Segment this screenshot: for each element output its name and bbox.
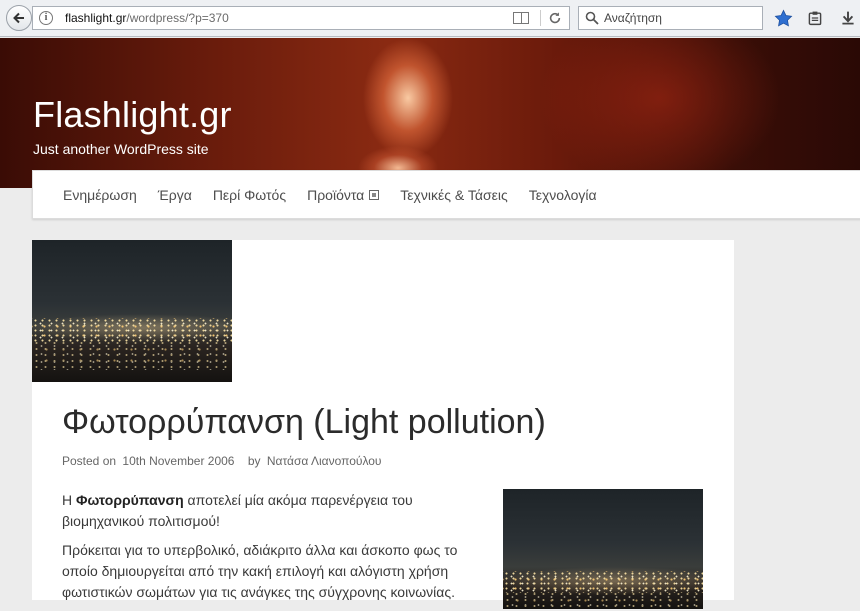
nav-item-enimerosi[interactable]: Ενημέρωση [63, 187, 137, 203]
url-domain: flashlight.gr [65, 11, 127, 25]
main-navigation: Ενημέρωση Έργα Περί Φωτός Προϊόντα Τεχνι… [32, 170, 860, 219]
search-bar[interactable] [578, 6, 763, 30]
search-icon [585, 11, 599, 25]
featured-image[interactable] [32, 240, 232, 382]
header-banner: Flashlight.gr Just another WordPress sit… [0, 38, 860, 188]
post-title[interactable]: Φωτορρύπανση (Light pollution) [62, 403, 546, 442]
site-description: Just another WordPress site [33, 141, 209, 157]
url-text[interactable]: flashlight.gr/wordpress/?p=370 [65, 11, 229, 25]
meta-by-label: by [247, 454, 261, 468]
post-date-link[interactable]: 10th November 2006 [122, 454, 234, 468]
nav-item-proionta[interactable]: Προϊόντα [307, 186, 380, 203]
city-lights [503, 571, 703, 593]
city-lights [32, 318, 232, 342]
post-paragraph: Η Φωτορρύπανση αποτελεί μία ακόμα παρενέ… [62, 490, 472, 532]
nav-item-erga[interactable]: Έργα [158, 187, 192, 203]
meta-posted-label: Posted on [62, 454, 117, 468]
reader-view-icon[interactable] [513, 12, 529, 24]
site-title[interactable]: Flashlight.gr [33, 94, 232, 136]
post-content: Η Φωτορρύπανση αποτελεί μία ακόμα παρενέ… [62, 490, 472, 611]
nav-item-label: Προϊόντα [307, 186, 365, 203]
paragraph-lead: Η [62, 492, 76, 508]
nav-item-texnologia[interactable]: Τεχνολογία [529, 187, 597, 203]
nav-item-label: Ενημέρωση [63, 186, 137, 203]
info-icon[interactable]: i [39, 11, 53, 25]
post-meta: Posted on 10th November 2006 by Νατάσα Λ… [62, 454, 385, 468]
post-article: Φωτορρύπανση (Light pollution) Posted on… [32, 240, 734, 609]
url-path: /wordpress/?p=370 [126, 11, 229, 25]
reload-icon[interactable] [547, 10, 563, 26]
nav-item-peri-fotos[interactable]: Περί Φωτός [213, 187, 286, 203]
back-button[interactable] [6, 5, 32, 31]
clipboard-icon[interactable] [805, 8, 825, 28]
bookmark-star-icon[interactable] [773, 8, 793, 28]
url-bar[interactable]: i flashlight.gr/wordpress/?p=370 [32, 6, 570, 30]
city-lights [32, 340, 232, 370]
browser-toolbar: i flashlight.gr/wordpress/?p=370 [0, 0, 860, 37]
submenu-icon[interactable] [369, 189, 380, 200]
back-arrow-icon [13, 12, 24, 24]
nav-item-label: Τεχνικές & Τάσεις [400, 186, 508, 203]
inline-image[interactable] [503, 489, 703, 609]
url-separator [540, 10, 541, 26]
nav-item-label: Περί Φωτός [212, 186, 287, 203]
bold-term: Φωτορρύπανση [76, 492, 184, 508]
nav-item-texnikes-taseis[interactable]: Τεχνικές & Τάσεις [400, 187, 507, 203]
search-input[interactable] [604, 11, 754, 25]
download-icon[interactable] [838, 8, 858, 28]
post-author-link[interactable]: Νατάσα Λιανοπούλου [267, 454, 382, 468]
nav-item-label: Έργα [157, 186, 192, 203]
nav-item-label: Τεχνολογία [528, 186, 597, 203]
